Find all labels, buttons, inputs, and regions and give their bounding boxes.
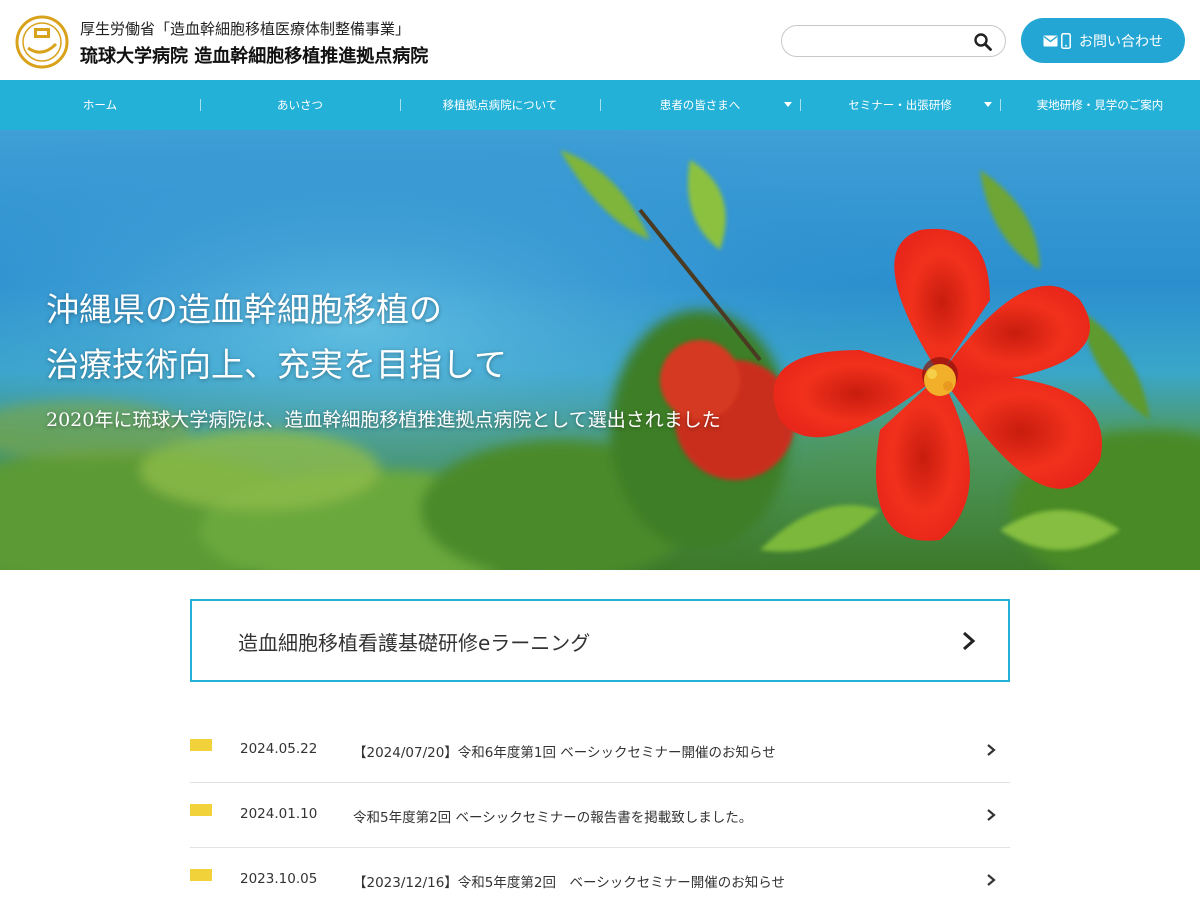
hero-headline-line1: 沖縄県の造血幹細胞移植の (46, 290, 442, 329)
contact-button-label: お問い合わせ (1079, 33, 1163, 50)
news-tag (190, 804, 212, 816)
news-date: 2024.05.22 (240, 741, 318, 757)
nav-item-label: ホーム (82, 98, 118, 112)
phone-icon (1061, 32, 1071, 49)
nav-item-label: 実地研修・見学のご案内 (1036, 98, 1164, 112)
elearning-banner[interactable]: 造血細胞移植看護基礎研修eラーニング (190, 599, 1010, 682)
news-date: 2023.10.05 (240, 871, 318, 887)
site-header: 厚生労働省「造血幹細胞移植医療体制整備事業」 琉球大学病院 造血幹細胞移植推進拠… (0, 0, 1200, 80)
news-item[interactable]: 2024.05.22 【2024/07/20】令和6年度第1回 ベーシックセミナ… (190, 718, 1010, 783)
chevron-right-icon (963, 631, 976, 651)
news-title: 【2023/12/16】令和5年度第2回 ベーシックセミナー開催のお知らせ (353, 875, 785, 891)
chevron-right-icon (987, 744, 996, 756)
hero-headline-line2: 治療技術向上、充実を目指して (46, 345, 508, 384)
site-title[interactable]: 琉球大学病院 造血幹細胞移植推進拠点病院 (80, 42, 428, 68)
mail-icon (1043, 35, 1058, 46)
news-title: 令和5年度第2回 ベーシックセミナーの報告書を掲載致しました。 (353, 810, 753, 826)
nav-item-label: 移植拠点病院について (442, 98, 558, 112)
nav-item-greeting[interactable]: あいさつ (200, 80, 400, 130)
search-icon[interactable] (973, 32, 993, 52)
news-title: 【2024/07/20】令和6年度第1回 ベーシックセミナー開催のお知らせ (353, 745, 776, 761)
news-item[interactable]: 2023.10.05 【2023/12/16】令和5年度第2回 ベーシックセミナ… (190, 848, 1010, 900)
nav-item-about[interactable]: 移植拠点病院について (400, 80, 600, 130)
nav-item-patients[interactable]: 患者の皆さまへ (600, 80, 800, 130)
nav-item-training[interactable]: 実地研修・見学のご案内 (1000, 80, 1200, 130)
nav-item-label: あいさつ (277, 98, 323, 112)
search-box (781, 25, 1006, 57)
nav-item-home[interactable]: ホーム (0, 80, 200, 130)
caret-down-icon (984, 102, 992, 107)
news-item[interactable]: 2024.01.10 令和5年度第2回 ベーシックセミナーの報告書を掲載致しまし… (190, 783, 1010, 848)
news-list: 2024.05.22 【2024/07/20】令和6年度第1回 ベーシックセミナ… (190, 718, 1010, 900)
hero-subtext: 2020年に琉球大学病院は、造血幹細胞移植推進拠点病院として選出されました (46, 409, 721, 431)
chevron-right-icon (987, 874, 996, 886)
news-date: 2024.01.10 (240, 806, 318, 822)
hero-banner: 沖縄県の造血幹細胞移植の 治療技術向上、充実を目指して 2020年に琉球大学病院… (0, 130, 1200, 570)
contact-button[interactable]: お問い合わせ (1021, 18, 1185, 63)
banner-label: 造血細胞移植看護基礎研修eラーニング (238, 631, 591, 655)
search-input[interactable] (796, 31, 966, 51)
chevron-right-icon (987, 809, 996, 821)
nav-item-label: 患者の皆さまへ (659, 98, 741, 112)
caret-down-icon (784, 102, 792, 107)
main-nav: ホーム あいさつ 移植拠点病院について 患者の皆さまへ セミナー・出張研修 実地… (0, 80, 1200, 130)
nav-item-seminars[interactable]: セミナー・出張研修 (800, 80, 1000, 130)
news-tag (190, 739, 212, 751)
nav-item-label: セミナー・出張研修 (848, 98, 952, 112)
site-subtitle: 厚生労働省「造血幹細胞移植医療体制整備事業」 (80, 20, 411, 38)
hospital-logo-icon[interactable] (14, 14, 70, 70)
news-tag (190, 869, 212, 881)
